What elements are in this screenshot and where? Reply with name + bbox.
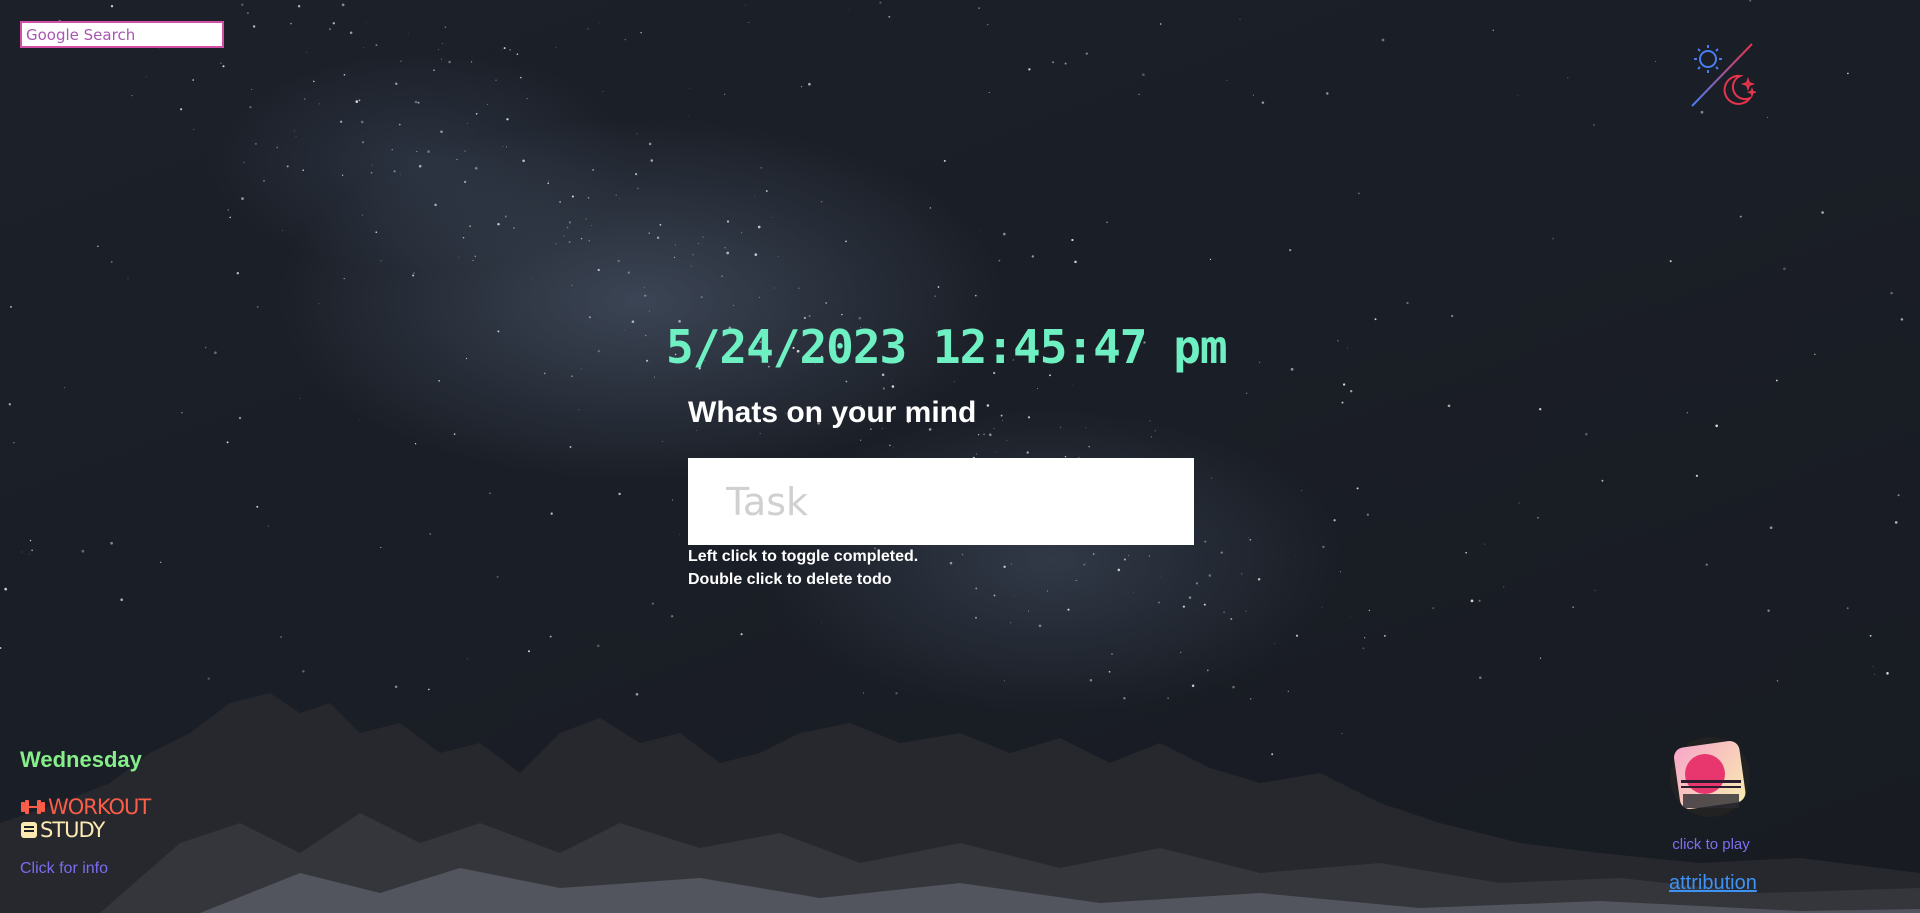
study-label: STUDY: [40, 818, 105, 842]
google-search-input[interactable]: [20, 21, 224, 48]
schedule-item-workout[interactable]: WORKOUT: [20, 795, 151, 819]
workout-label: WORKOUT: [48, 795, 151, 819]
theme-toggle-button[interactable]: [1688, 40, 1758, 108]
album-art-button[interactable]: [1669, 736, 1751, 818]
schedule-item-study[interactable]: STUDY: [20, 818, 105, 842]
info-link[interactable]: Click for info: [20, 860, 108, 878]
toggle-hint: Left click to toggle completed.: [688, 548, 919, 565]
todo-title: Whats on your mind: [688, 396, 977, 429]
divider-slash: [1691, 43, 1753, 107]
book-icon: [21, 822, 37, 838]
attribution-link[interactable]: attribution: [1669, 872, 1757, 895]
weekday-label: Wednesday: [20, 747, 142, 772]
sun-icon: [1694, 45, 1722, 73]
mountain-silhouette: [0, 693, 1920, 913]
album-art-icon: [1670, 737, 1750, 817]
task-input[interactable]: [688, 458, 1194, 545]
delete-hint: Double click to delete todo: [688, 571, 892, 588]
moon-icon: [1723, 74, 1758, 105]
date-time-clock: 5/24/2023 12:45:47 pm: [666, 320, 1228, 374]
click-to-play-text[interactable]: click to play: [1669, 836, 1753, 853]
dumbbell-icon: [21, 800, 45, 814]
